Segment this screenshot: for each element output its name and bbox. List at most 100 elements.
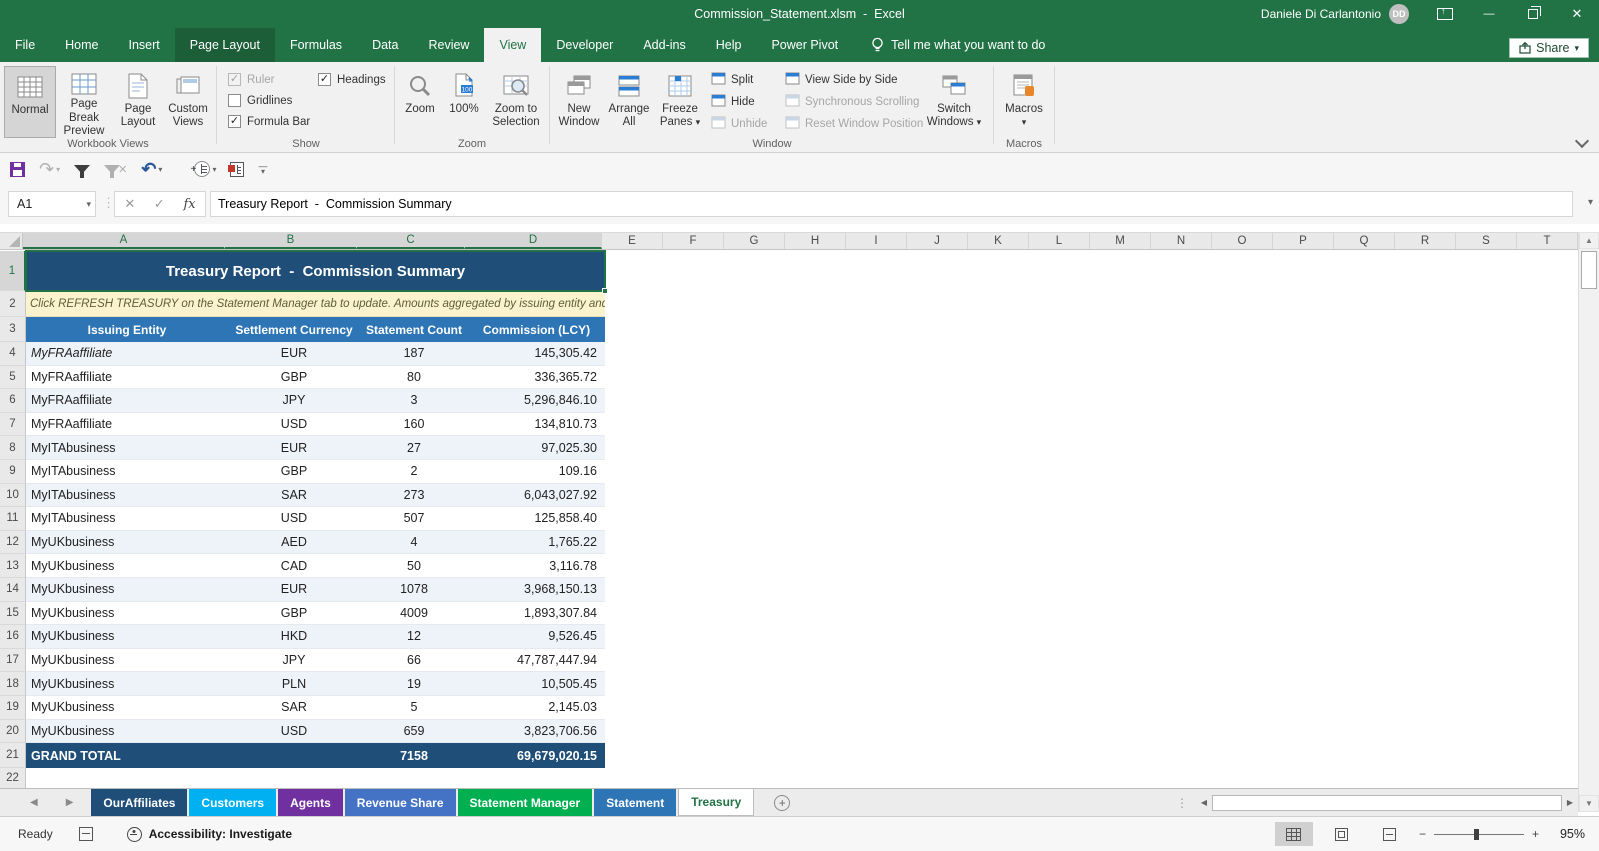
scroll-up-icon[interactable]: ▲ [1579,232,1599,249]
cell-count[interactable]: 160 [360,413,468,437]
header-settlement-currency[interactable]: Settlement Currency [228,317,360,342]
zoom-track[interactable] [1433,828,1524,840]
macros-button[interactable]: Macros ▾ [998,66,1050,138]
cell-amount[interactable]: 134,810.73 [468,413,605,437]
empty-cells[interactable] [605,342,1578,366]
cell-count[interactable]: 19 [360,672,468,696]
column-header-K[interactable]: K [968,233,1029,249]
cell-amount[interactable]: 97,025.30 [468,436,605,460]
header-statement-count[interactable]: Statement Count [360,317,468,342]
cell-count[interactable]: 187 [360,342,468,366]
empty-cells[interactable] [605,530,1578,555]
cell-entity[interactable]: MyFRAaffiliate [26,342,228,366]
row-header-17[interactable]: 17 [0,648,26,673]
header-issuing-entity[interactable]: Issuing Entity [26,317,228,342]
page-break-preview-button[interactable]: Page Break Preview [58,66,110,138]
cell-count[interactable]: 507 [360,507,468,531]
cell-amount[interactable]: 336,365.72 [468,366,605,390]
sheet-nav-right-icon[interactable]: ▶ [66,797,74,808]
checkbox-headings[interactable]: ✓ Headings [318,69,386,90]
horizontal-scrollbar[interactable]: ◀ ▶ [1196,794,1578,811]
cell-entity[interactable]: MyUKbusiness [26,578,228,602]
arrange-all-button[interactable]: Arrange All [605,66,653,138]
column-header-I[interactable]: I [846,233,907,249]
column-header-A[interactable]: A [23,233,225,249]
empty-cells[interactable] [26,768,1578,788]
cell-entity[interactable]: MyUKbusiness [26,672,228,696]
cell-currency[interactable]: HKD [228,625,360,649]
cell-count[interactable]: 4 [360,531,468,555]
insert-function-icon[interactable]: fx [183,197,195,212]
custom-views-button[interactable]: Custom Views [162,66,214,138]
empty-cells[interactable] [605,554,1578,578]
cell-count[interactable]: 2 [360,460,468,484]
cell-entity[interactable]: MyITAbusiness [26,484,228,508]
ribbon-tab-help[interactable]: Help [701,28,757,62]
empty-cells[interactable] [605,436,1578,460]
cell-count[interactable]: 5 [360,696,468,720]
cell-entity[interactable]: MyITAbusiness [26,460,228,484]
horizontal-scroll-track[interactable] [1212,794,1562,811]
row-header-2[interactable]: 2 [0,291,26,317]
cell-currency[interactable]: GBP [228,366,360,390]
column-header-M[interactable]: M [1090,233,1151,249]
zoom-to-selection-button[interactable]: Zoom to Selection [488,66,544,138]
empty-cells[interactable] [605,719,1578,744]
column-header-P[interactable]: P [1273,233,1334,249]
tabstrip-resize-handle[interactable]: ⋮ [1176,796,1188,810]
cell-entity[interactable]: MyITAbusiness [26,507,228,531]
row-header-16[interactable]: 16 [0,625,26,649]
column-header-E[interactable]: E [602,233,663,249]
row-header-7[interactable]: 7 [0,412,26,437]
zoom-out-icon[interactable]: − [1419,827,1426,841]
undo-button[interactable]: ↶ ▾ [141,159,162,180]
filter-button[interactable] [74,164,91,178]
cell-currency[interactable]: EUR [228,436,360,460]
clear-filter-button[interactable]: ✕ [104,163,127,178]
empty-cells[interactable] [605,291,1578,317]
ribbon-tab-view[interactable]: View [484,28,542,62]
cell-count[interactable]: 659 [360,720,468,744]
cell-currency[interactable]: EUR [228,342,360,366]
ribbon-tab-insert[interactable]: Insert [114,28,175,62]
window-item-split[interactable]: Split [711,69,767,91]
grand-total-label[interactable]: GRAND TOTAL [26,743,228,769]
checkbox-ruler[interactable]: ✓ Ruler [228,69,310,90]
cell-amount[interactable]: 109.16 [468,460,605,484]
cell-count[interactable]: 273 [360,484,468,508]
cancel-entry-icon[interactable]: ✕ [124,196,135,212]
expand-formula-bar-icon[interactable]: ▾ [1588,197,1593,208]
sheet-tab-revenue-share[interactable]: Revenue Share [344,789,456,816]
row-header-19[interactable]: 19 [0,695,26,720]
cell-entity[interactable]: MyFRAaffiliate [26,389,228,413]
column-header-B[interactable]: B [225,233,357,249]
cell-count[interactable]: 66 [360,649,468,673]
cell-currency[interactable]: GBP [228,602,360,626]
cell-amount[interactable]: 145,305.42 [468,342,605,366]
row-header-4[interactable]: 4 [0,342,26,366]
sheet-nav-left-icon[interactable]: ◀ [30,797,38,808]
row-header-13[interactable]: 13 [0,554,26,578]
column-header-G[interactable]: G [724,233,785,249]
save-button[interactable] [10,161,25,177]
cell-amount[interactable]: 6,043,027.92 [468,484,605,508]
new-sheet-button[interactable]: + [774,794,791,811]
row-header-12[interactable]: 12 [0,530,26,555]
cell-amount[interactable]: 3,823,706.56 [468,720,605,744]
cell-amount[interactable]: 2,145.03 [468,696,605,720]
note-cell[interactable]: Click REFRESH TREASURY on the Statement … [26,291,605,317]
empty-cells[interactable] [605,483,1578,508]
cell-currency[interactable]: GBP [228,460,360,484]
switch-windows-button[interactable]: Switch Windows ▾ [925,66,983,138]
sheet-tab-agents[interactable]: Agents [278,789,343,816]
row-header-21[interactable]: 21 [0,743,26,769]
page-layout-view-toggle[interactable] [1323,822,1361,846]
sheet-tab-ouraffiliates[interactable]: OurAffiliates [91,789,188,816]
cell-currency[interactable]: USD [228,413,360,437]
confirm-entry-icon[interactable]: ✓ [154,196,165,212]
page-break-view-toggle[interactable] [1371,822,1409,846]
zoom-100-button[interactable]: 100 100% [442,66,486,138]
row-header-1[interactable]: 1 [0,251,26,291]
checkbox-gridlines[interactable]: Gridlines [228,90,310,111]
ribbon-tab-file[interactable]: File [0,28,50,62]
